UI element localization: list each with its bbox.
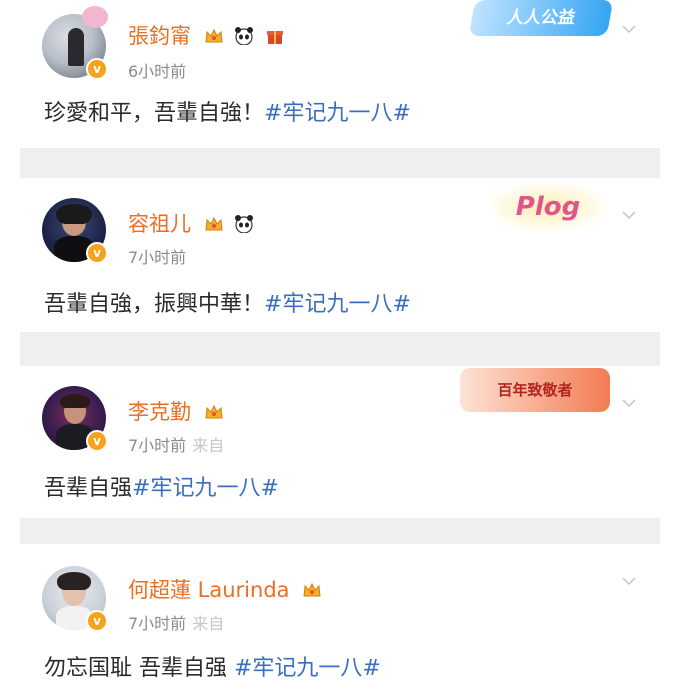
username[interactable]: 何超蓮 Laurinda [128, 574, 322, 604]
separator [20, 332, 660, 366]
avatar[interactable]: v [42, 6, 108, 80]
post-meta: 7小时前 来自 [128, 614, 225, 633]
bunny-sticker-icon [82, 6, 108, 28]
gift-icon [267, 31, 284, 44]
username[interactable]: 李克勤 [128, 396, 224, 426]
hashtag-link[interactable]: #牢记九一八# [264, 292, 411, 317]
chevron-down-icon[interactable] [622, 22, 636, 36]
separator [20, 518, 660, 544]
panda-icon [235, 27, 254, 45]
decoration-badge: 百年致敬者 [460, 368, 610, 412]
chevron-down-icon[interactable] [622, 574, 636, 588]
post-meta: 7小时前 [128, 248, 187, 267]
avatar[interactable]: v [42, 386, 108, 452]
crown-icon [205, 28, 223, 43]
separator [20, 148, 660, 178]
hashtag-link[interactable]: #牢记九一八# [132, 476, 279, 501]
verified-v-icon: v [86, 58, 108, 80]
verified-v-icon: v [86, 430, 108, 452]
username[interactable]: 張鈞甯 [128, 20, 285, 50]
post-text: 吾辈自强#牢记九一八# [44, 476, 279, 501]
crown-icon [205, 216, 223, 231]
verified-v-icon: v [86, 610, 108, 632]
post-text: 勿忘国耻 吾辈自强 #牢记九一八# [44, 656, 381, 681]
username[interactable]: 容祖儿 [128, 208, 254, 238]
post-3: v 李克勤 7小时前 来自 百年致敬者 吾辈自强#牢记九一八# [20, 366, 660, 518]
crown-icon [303, 582, 321, 597]
crown-icon [205, 404, 223, 419]
post-text: 吾輩自強，振興中華！#牢记九一八# [44, 292, 411, 317]
hashtag-link[interactable]: #牢记九一八# [234, 656, 381, 681]
decoration-badge: 人人公益 [468, 0, 614, 36]
post-4: v 何超蓮 Laurinda 7小时前 来自 勿忘国耻 吾辈自强 #牢记九一八# [20, 544, 660, 692]
decoration-badge: Plog [488, 182, 608, 232]
hashtag-link[interactable]: #牢记九一八# [264, 101, 411, 126]
post-2: v 容祖儿 7小时前 Plog 吾輩自強，振興中華！#牢记九一八# [20, 178, 660, 332]
verified-v-icon: v [86, 242, 108, 264]
avatar[interactable]: v [42, 566, 108, 632]
post-1: v 張鈞甯 6小时前 人人公益 珍愛和平，吾輩自強！#牢记九一八# [20, 0, 660, 148]
post-meta: 6小时前 [128, 62, 187, 81]
avatar[interactable]: v [42, 198, 108, 264]
chevron-down-icon[interactable] [622, 208, 636, 222]
post-meta: 7小时前 来自 [128, 436, 225, 455]
panda-icon [235, 215, 254, 233]
post-text: 珍愛和平，吾輩自強！#牢记九一八# [44, 101, 411, 126]
chevron-down-icon[interactable] [622, 396, 636, 410]
